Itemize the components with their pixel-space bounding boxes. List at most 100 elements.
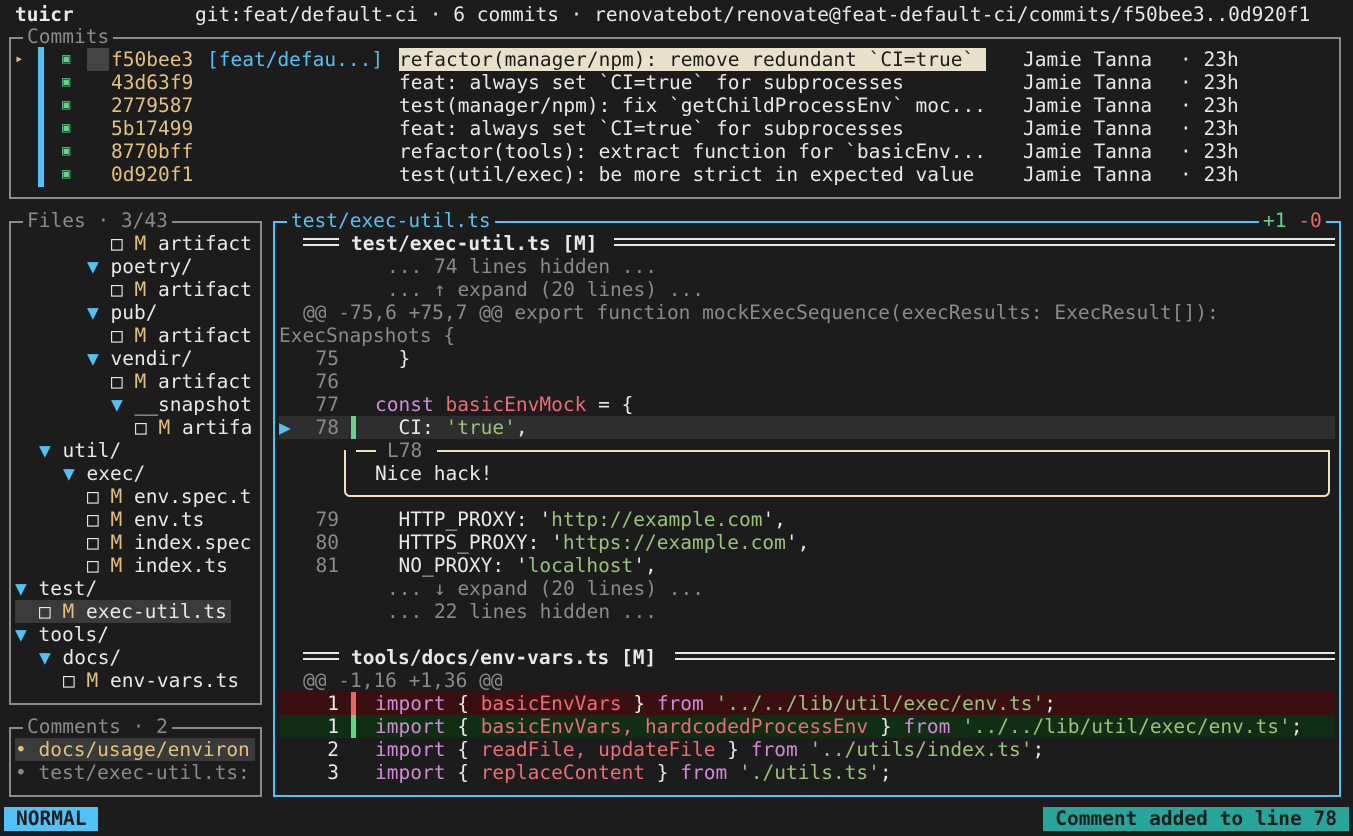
commit-author: Jamie Tanna — [1023, 71, 1153, 94]
removed-marker — [351, 692, 356, 715]
commit-hash[interactable]: 8770bff — [111, 140, 193, 163]
expand-icon: ▼ — [87, 301, 99, 324]
code-text: { — [445, 738, 481, 761]
comment-item[interactable]: • test/exec-util.ts: — [15, 761, 250, 784]
checkbox-icon[interactable]: ▣ — [62, 94, 70, 117]
file-tree-dir[interactable]: ▼ vendir/ — [87, 347, 193, 370]
code-text: { — [445, 692, 481, 715]
commit-message[interactable]: test(manager/npm): fix `getChildProcessE… — [399, 94, 986, 117]
app-title: tuicr — [15, 3, 74, 26]
cursor-arrow-icon: ▸ — [15, 51, 24, 67]
file-tree-dir[interactable]: ▼ docs/ — [39, 646, 121, 669]
hunk-header: @@ -75,6 +75,7 @@ export function mockEx… — [303, 301, 1219, 324]
file-tree-file[interactable]: □ M artifa — [135, 416, 252, 439]
dir-name: vendir/ — [98, 347, 193, 370]
line-number: 1 — [327, 715, 339, 738]
commit-age: · 23h — [1180, 48, 1239, 71]
code-line[interactable]: const basicEnvMock = { — [375, 393, 633, 416]
code-text: ', — [762, 508, 786, 531]
checkbox-icon[interactable]: ▣ — [62, 71, 70, 94]
code-text: } — [868, 715, 904, 738]
file-name: exec-util.ts — [74, 600, 227, 623]
checkbox-icon[interactable]: ▣ — [62, 117, 70, 140]
file-tree-file[interactable]: □ M index.ts — [87, 554, 228, 577]
checkbox-icon[interactable]: ▣ — [62, 48, 70, 71]
line-number: 80 — [315, 531, 339, 554]
code-line[interactable]: import { basicEnvVars } from '../../lib/… — [375, 692, 1056, 715]
expand-icon: ▼ — [39, 439, 51, 462]
commit-author: Jamie Tanna — [1023, 117, 1153, 140]
file-tree-dir[interactable]: ▼ test/ — [15, 577, 97, 600]
expand-icon: ▼ — [39, 646, 51, 669]
expand-up[interactable]: ... ↑ expand (20 lines) ... — [387, 278, 704, 301]
commit-age: · 23h — [1180, 117, 1239, 140]
commit-hash[interactable]: 2779587 — [111, 94, 193, 117]
file-header: test/exec-util.ts [M] — [351, 232, 598, 255]
commit-hash[interactable]: 5b17499 — [111, 117, 193, 140]
commit-message[interactable]: test(util/exec): be more strict in expec… — [399, 163, 974, 186]
selection-marker — [87, 48, 109, 71]
commit-message[interactable]: refactor(manager/npm): remove redundant … — [399, 48, 987, 71]
code-line[interactable]: } — [375, 347, 410, 370]
commits-panel-title: Commits — [23, 25, 114, 48]
commit-age: · 23h — [1180, 94, 1239, 117]
line-number: 79 — [315, 508, 339, 531]
file-tree-dir[interactable]: ▼ tools/ — [15, 623, 109, 646]
modified-badge: M — [134, 232, 147, 255]
code-line[interactable]: HTTP_PROXY: 'http://example.com', — [375, 508, 786, 531]
commit-hash[interactable]: 0d920f1 — [111, 163, 193, 186]
checkbox-icon: □ — [87, 508, 111, 531]
file-tree-file[interactable]: □ M index.spec — [87, 531, 251, 554]
removed-count: -0 — [1298, 209, 1322, 232]
file-tree-file[interactable]: □ M exec-util.ts — [15, 600, 231, 623]
keyword: from — [656, 692, 704, 715]
modified-badge: M — [158, 416, 171, 439]
code-text: ; — [1290, 715, 1303, 738]
file-tree-dir[interactable]: ▼ exec/ — [63, 462, 145, 485]
code-line[interactable]: import { basicEnvVars, hardcodedProcessE… — [375, 715, 1303, 738]
code-text: HTTPS_PROXY: ' — [375, 531, 563, 554]
checkbox-icon: □ — [111, 324, 135, 347]
string-literal: '../utils/index.ts' — [809, 738, 1033, 761]
commit-hash[interactable]: f50bee3 — [111, 48, 193, 71]
commit-message[interactable]: refactor(tools): extract function for `b… — [399, 140, 986, 163]
expand-down[interactable]: ... ↓ expand (20 lines) ... — [387, 577, 704, 600]
code-line[interactable]: NO_PROXY: 'localhost', — [375, 554, 657, 577]
file-tree-dir[interactable]: ▼ __snapshot — [111, 393, 252, 416]
commit-message[interactable]: feat: always set `CI=true` for subproces… — [399, 71, 904, 94]
code-line[interactable]: HTTPS_PROXY: 'https://example.com', — [375, 531, 809, 554]
string-literal: localhost — [527, 554, 634, 577]
file-tree-file[interactable]: □ M artifact — [111, 370, 252, 393]
commit-hash[interactable]: 43d63f9 — [111, 71, 193, 94]
file-tree-dir[interactable]: ▼ pub/ — [87, 301, 157, 324]
code-line[interactable]: CI: 'true', — [375, 416, 527, 439]
added-marker — [351, 416, 356, 439]
file-tree-file[interactable]: □ M env-vars.ts — [63, 669, 239, 692]
commits-selection-bar — [38, 47, 44, 187]
file-tree-dir[interactable]: ▼ util/ — [39, 439, 121, 462]
file-tree-file[interactable]: □ M env.ts — [87, 508, 204, 531]
code-text: CI: — [375, 416, 446, 439]
commit-age: · 23h — [1180, 163, 1239, 186]
expand-icon: ▼ — [15, 577, 27, 600]
code-line[interactable]: import { readFile, updateFile } from '..… — [375, 738, 1044, 761]
commit-author: Jamie Tanna — [1023, 140, 1153, 163]
identifier: basicEnvVars — [480, 692, 622, 715]
file-name: artifact — [146, 370, 252, 393]
code-line[interactable]: import { replaceContent } from './utils.… — [375, 761, 892, 784]
hidden-lines: ... 22 lines hidden ... — [387, 600, 658, 623]
file-tree-dir[interactable]: ▼ poetry/ — [87, 255, 193, 278]
comment-item[interactable]: • docs/usage/environ — [15, 738, 255, 761]
checkbox-icon[interactable]: ▣ — [62, 140, 70, 163]
file-tree-file[interactable]: □ M artifact — [111, 232, 252, 255]
commit-message[interactable]: feat: always set `CI=true` for subproces… — [399, 117, 904, 140]
file-tree-file[interactable]: □ M artifact — [111, 324, 252, 347]
checkbox-icon[interactable]: ▣ — [62, 163, 70, 186]
code-text: ', — [633, 554, 657, 577]
file-tree-file[interactable]: □ M env.spec.t — [87, 485, 251, 508]
code-text: HTTP_PROXY: ' — [375, 508, 552, 531]
file-tree-file[interactable]: □ M artifact — [111, 278, 252, 301]
file-header-rule — [303, 238, 339, 246]
